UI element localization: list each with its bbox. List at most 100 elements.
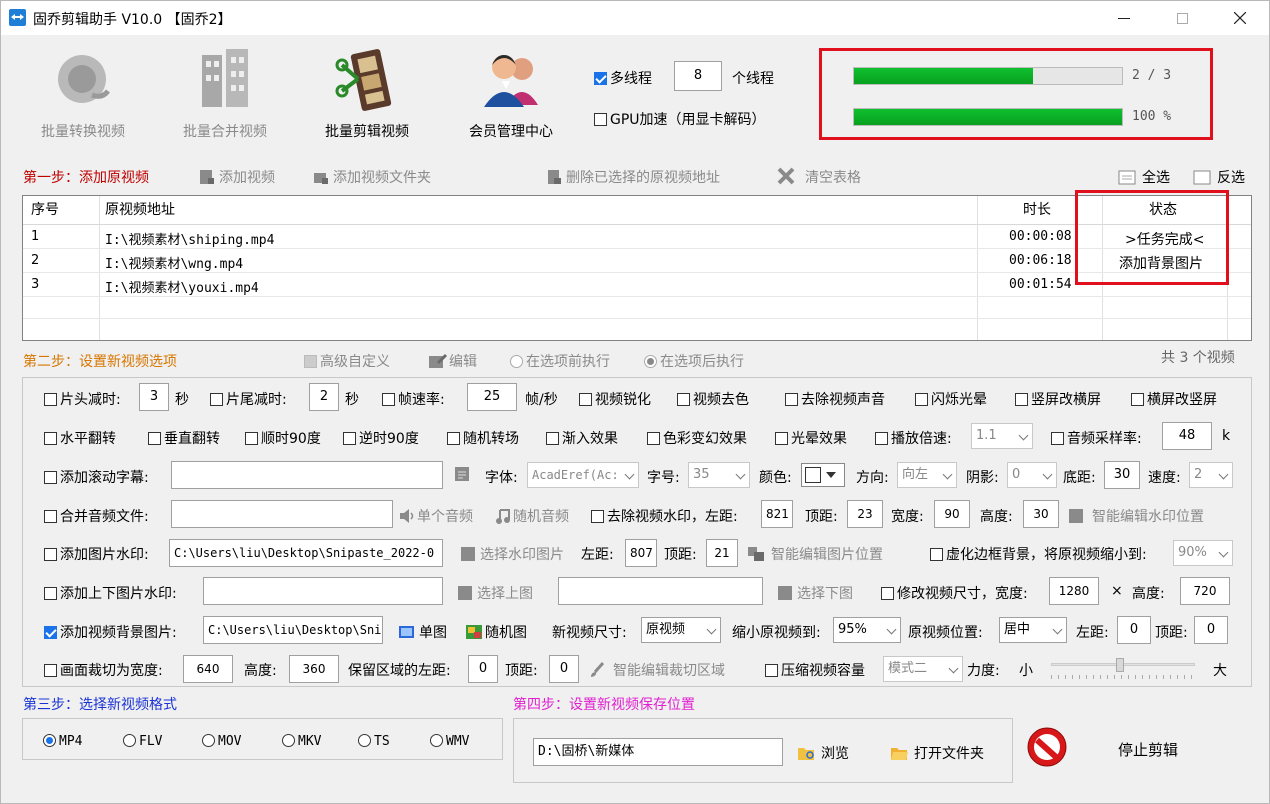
- random-transition-checkbox[interactable]: 随机转场: [447, 428, 519, 448]
- hflip-checkbox[interactable]: 水平翻转: [44, 428, 116, 448]
- col-header-index[interactable]: 序号: [31, 196, 59, 224]
- single-audio-button[interactable]: 单个音频: [399, 506, 473, 526]
- fontsize-select[interactable]: 35: [688, 462, 750, 488]
- shrink-select[interactable]: 95%: [833, 617, 901, 643]
- batch-edit-button[interactable]: 批量剪辑视频: [307, 43, 427, 143]
- head-cut-checkbox[interactable]: 片头减时:: [44, 389, 121, 409]
- crop-top-input[interactable]: 0: [549, 655, 579, 683]
- invert-select-button[interactable]: 反选: [1193, 167, 1245, 187]
- batch-merge-button[interactable]: 批量合并视频: [165, 43, 285, 143]
- bottom-image-input[interactable]: [558, 577, 763, 605]
- save-path-input[interactable]: D:\固桥\新媒体: [533, 738, 783, 766]
- glow-checkbox[interactable]: 光晕效果: [775, 428, 847, 448]
- v2h-checkbox[interactable]: 竖屏改横屏: [1015, 389, 1101, 409]
- random-image-button[interactable]: 随机图: [465, 622, 527, 642]
- tail-cut-checkbox[interactable]: 片尾减时:: [210, 389, 287, 409]
- format-wmv-radio[interactable]: WMV: [430, 734, 469, 749]
- direction-select[interactable]: 向左: [897, 462, 957, 488]
- choose-watermark-button[interactable]: 选择水印图片: [460, 544, 564, 564]
- vflip-checkbox[interactable]: 垂直翻转: [148, 428, 220, 448]
- browse-button[interactable]: 浏览: [797, 743, 849, 763]
- rate-select[interactable]: 2: [1189, 462, 1233, 488]
- crop-height-input[interactable]: 360: [289, 655, 339, 683]
- cw90-checkbox[interactable]: 顺时90度: [245, 428, 321, 448]
- speed-checkbox[interactable]: 播放倍速:: [875, 428, 952, 448]
- smart-image-position-button[interactable]: 智能编辑图片位置: [747, 544, 883, 564]
- col-header-path[interactable]: 原视频地址: [105, 196, 175, 224]
- head-cut-input[interactable]: 3: [139, 383, 169, 411]
- add-video-button[interactable]: 添加视频: [199, 167, 275, 187]
- bg-left-input[interactable]: 0: [1117, 616, 1151, 644]
- fade-in-checkbox[interactable]: 渐入效果: [546, 428, 618, 448]
- close-button[interactable]: [1211, 1, 1269, 35]
- tail-cut-input[interactable]: 2: [309, 383, 339, 411]
- color-effect-checkbox[interactable]: 色彩变幻效果: [647, 428, 747, 448]
- orig-position-select[interactable]: 居中: [999, 617, 1067, 643]
- format-ts-radio[interactable]: TS: [358, 734, 390, 749]
- maximize-button[interactable]: [1153, 1, 1211, 35]
- resize-width-input[interactable]: 1280: [1049, 577, 1099, 605]
- color-picker[interactable]: [801, 463, 845, 487]
- batch-convert-button[interactable]: 批量转换视频: [23, 43, 143, 143]
- text-edit-icon[interactable]: [454, 466, 472, 484]
- smart-crop-button[interactable]: 智能编辑裁切区域: [589, 660, 725, 680]
- crop-width-input[interactable]: 640: [183, 655, 233, 683]
- compress-checkbox[interactable]: 压缩视频容量: [765, 660, 865, 680]
- open-folder-button[interactable]: 打开文件夹: [890, 743, 984, 763]
- top-bottom-watermark-checkbox[interactable]: 添加上下图片水印:: [44, 583, 177, 603]
- h2v-checkbox[interactable]: 横屏改竖屏: [1131, 389, 1217, 409]
- resize-video-checkbox[interactable]: 修改视频尺寸，宽度:: [881, 583, 1028, 603]
- wm-left-input[interactable]: 821: [761, 500, 793, 528]
- img-left-input[interactable]: 807: [625, 539, 657, 567]
- sample-rate-checkbox[interactable]: 音频采样率:: [1051, 428, 1142, 448]
- bottom-input[interactable]: 30: [1104, 461, 1140, 489]
- scroll-text-checkbox[interactable]: 添加滚动字幕:: [44, 467, 149, 487]
- image-watermark-path-input[interactable]: C:\Users\liu\Desktop\Snipaste_2022-0: [169, 539, 443, 567]
- wm-width-input[interactable]: 90: [934, 500, 970, 528]
- flash-checkbox[interactable]: 闪烁光晕: [915, 389, 987, 409]
- slider-thumb[interactable]: [1116, 658, 1124, 672]
- delete-selected-button[interactable]: 删除已选择的原视频地址: [546, 167, 720, 187]
- thread-count-input[interactable]: 8: [674, 61, 722, 91]
- sample-rate-input[interactable]: 48: [1162, 422, 1212, 450]
- bg-top-input[interactable]: 0: [1194, 616, 1228, 644]
- remove-watermark-checkbox[interactable]: 去除视频水印，左距:: [591, 506, 738, 526]
- single-image-button[interactable]: 单图: [398, 622, 447, 642]
- exec-after-radio[interactable]: 在选项后执行: [644, 351, 744, 371]
- choose-top-image-button[interactable]: 选择上图: [457, 583, 533, 603]
- fps-input[interactable]: 25: [467, 383, 517, 411]
- wm-height-input[interactable]: 30: [1023, 500, 1059, 528]
- col-header-duration[interactable]: 时长: [1023, 196, 1051, 224]
- blur-scale-select[interactable]: 90%: [1173, 540, 1233, 566]
- img-top-input[interactable]: 21: [706, 539, 738, 567]
- speed-select[interactable]: 1.1: [971, 423, 1033, 449]
- blur-background-checkbox[interactable]: 虚化边框背景，将原视频缩小到:: [930, 544, 1147, 564]
- fps-checkbox[interactable]: 帧速率:: [382, 389, 445, 409]
- edit-button[interactable]: 编辑: [428, 351, 477, 371]
- image-watermark-checkbox[interactable]: 添加图片水印:: [44, 544, 149, 564]
- new-size-select[interactable]: 原视频: [641, 617, 721, 643]
- random-audio-button[interactable]: 随机音频: [495, 506, 569, 526]
- merge-audio-checkbox[interactable]: 合并音频文件:: [44, 506, 149, 526]
- background-image-checkbox[interactable]: 添加视频背景图片:: [44, 622, 177, 642]
- stop-icon[interactable]: [1026, 726, 1068, 768]
- ccw90-checkbox[interactable]: 逆时90度: [343, 428, 419, 448]
- strength-slider[interactable]: [1049, 658, 1197, 680]
- font-select[interactable]: AcadEref(Ac:: [527, 462, 639, 488]
- wm-top-input[interactable]: 23: [847, 500, 883, 528]
- background-image-path-input[interactable]: C:\Users\liu\Desktop\Sni: [203, 616, 383, 644]
- remove-audio-checkbox[interactable]: 去除视频声音: [785, 389, 885, 409]
- exec-before-radio[interactable]: 在选项前执行: [510, 351, 610, 371]
- merge-audio-input[interactable]: [171, 500, 393, 528]
- sharpen-checkbox[interactable]: 视频锐化: [579, 389, 651, 409]
- format-flv-radio[interactable]: FLV: [123, 734, 162, 749]
- decolor-checkbox[interactable]: 视频去色: [677, 389, 749, 409]
- gpu-accel-checkbox[interactable]: GPU加速（用显卡解码）: [594, 109, 766, 129]
- crop-left-input[interactable]: 0: [468, 655, 498, 683]
- choose-bottom-image-button[interactable]: 选择下图: [777, 583, 853, 603]
- advanced-custom-checkbox[interactable]: 高级自定义: [304, 351, 390, 371]
- stop-edit-button[interactable]: 停止剪辑: [1118, 739, 1178, 760]
- compress-mode-select[interactable]: 模式二: [883, 656, 963, 682]
- format-mp4-radio[interactable]: MP4: [43, 734, 82, 749]
- scroll-text-input[interactable]: [171, 461, 443, 489]
